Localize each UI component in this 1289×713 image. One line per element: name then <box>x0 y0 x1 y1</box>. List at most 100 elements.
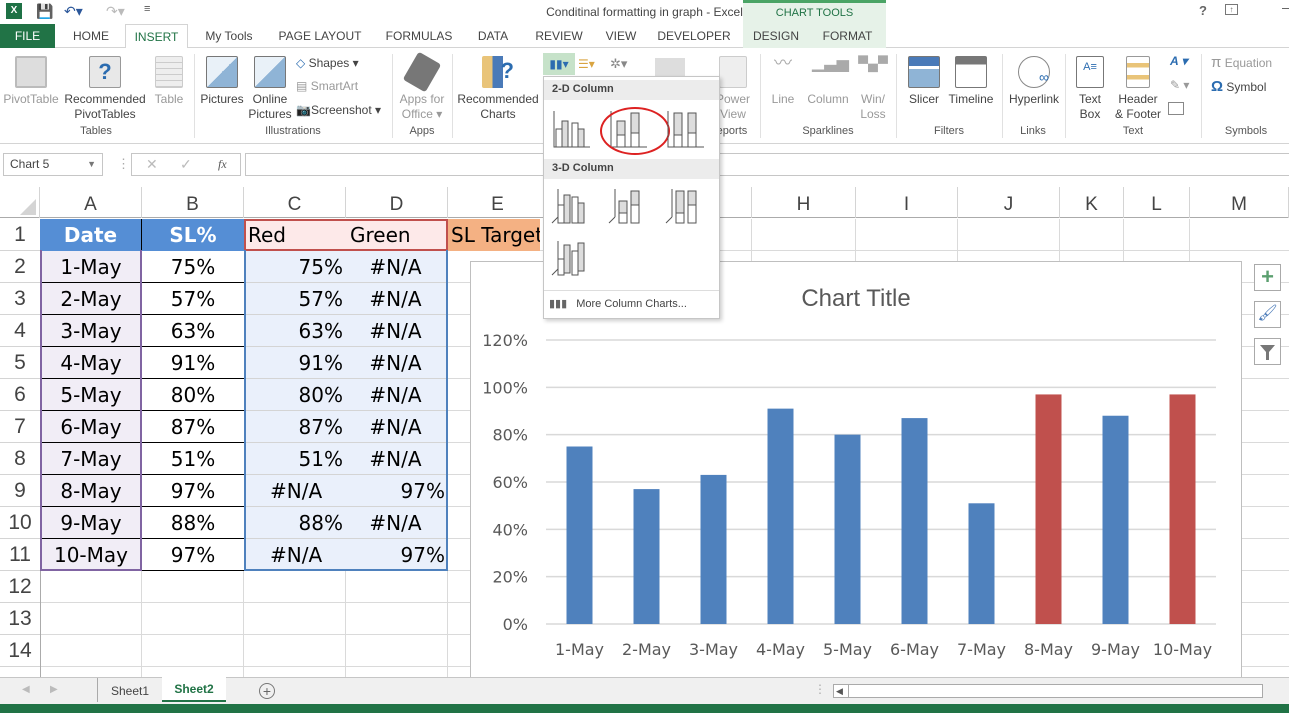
row-header-9[interactable]: 9 <box>0 475 40 507</box>
row-header-5[interactable]: 5 <box>0 347 40 379</box>
cell-B8[interactable]: 51% <box>142 443 244 475</box>
help-icon[interactable]: ? <box>1199 3 1207 18</box>
tab-data[interactable]: DATA <box>468 24 518 48</box>
symbol-button[interactable]: Ω Symbol <box>1211 78 1266 95</box>
cell-B11[interactable]: 97% <box>142 539 244 571</box>
sparkline-column-button[interactable]: ▁▃▅ Column <box>804 56 852 107</box>
sparkline-winloss-button[interactable]: ▀▄▀ Win/ Loss <box>855 56 891 122</box>
wordart-button[interactable]: A ▾ <box>1170 54 1188 68</box>
sheet-tab-sheet1[interactable]: Sheet1 <box>100 680 160 702</box>
row-header-4[interactable]: 4 <box>0 315 40 347</box>
insert-column-chart-button[interactable]: ▮▮▾ <box>543 53 575 75</box>
row-header-7[interactable]: 7 <box>0 411 40 443</box>
column-header-J[interactable]: J <box>958 187 1060 218</box>
insert-bar-chart-button[interactable]: ☰▾ <box>578 53 595 75</box>
chevron-down-icon[interactable]: ▼ <box>87 154 96 175</box>
chart-elements-button[interactable]: + <box>1254 264 1281 291</box>
select-all-button[interactable] <box>0 187 40 218</box>
cell-B1[interactable]: SL% <box>142 219 244 251</box>
insert-function-icon[interactable]: fx <box>218 157 227 172</box>
column-header-M[interactable]: M <box>1190 187 1289 218</box>
minimize-icon[interactable] <box>1282 8 1289 9</box>
enter-icon[interactable]: ✓ <box>180 156 192 173</box>
scroll-left-arrow-icon[interactable]: ◀ <box>836 685 843 697</box>
table-button[interactable]: Table <box>150 56 188 107</box>
tab-formulas[interactable]: FORMULAS <box>380 24 458 48</box>
row-header-8[interactable]: 8 <box>0 443 40 475</box>
cell-E1[interactable]: SL Target <box>448 219 540 251</box>
new-sheet-button[interactable]: + <box>259 683 275 699</box>
scroll-right-icon[interactable]: ▶ <box>50 684 58 695</box>
tab-file[interactable]: FILE <box>0 24 55 48</box>
timeline-button[interactable]: Timeline <box>946 56 996 107</box>
ribbon-display-options-icon[interactable]: ↑ <box>1225 4 1238 15</box>
3d-stacked-column-option[interactable] <box>607 185 651 229</box>
tab-design[interactable]: DESIGN <box>743 24 809 48</box>
signature-line-button[interactable]: ✎ ▾ <box>1170 78 1189 92</box>
smartart-button[interactable]: ▤ SmartArt <box>296 79 358 93</box>
3d-column-option[interactable] <box>550 237 594 281</box>
header-footer-button[interactable]: Header & Footer <box>1112 56 1164 122</box>
shapes-button[interactable]: ◇ Shapes ▾ <box>296 56 359 70</box>
apps-for-office-button[interactable]: Apps for Office ▾ <box>396 51 448 122</box>
row-header-12[interactable]: 12 <box>0 571 40 603</box>
cell-B4[interactable]: 63% <box>142 315 244 347</box>
hyperlink-button[interactable]: ∞ Hyperlink <box>1006 56 1062 107</box>
row-header-3[interactable]: 3 <box>0 283 40 315</box>
column-header-H[interactable]: H <box>752 187 856 218</box>
splitter-grip-icon[interactable]: ⋮ <box>814 682 826 696</box>
object-icon[interactable] <box>1168 102 1184 115</box>
screenshot-button[interactable]: 📷Screenshot ▾ <box>296 103 381 117</box>
row-header-1[interactable]: 1 <box>0 219 40 251</box>
online-pictures-button[interactable]: Online Pictures <box>248 56 292 122</box>
cell-B10[interactable]: 88% <box>142 507 244 539</box>
tab-home[interactable]: HOME <box>62 24 120 48</box>
text-box-button[interactable]: A≡ Text Box <box>1070 56 1110 122</box>
100-stacked-column-option[interactable] <box>664 107 708 151</box>
name-box[interactable]: Chart 5 ▼ <box>3 153 103 176</box>
formula-input[interactable] <box>245 153 1289 176</box>
chart-styles-button[interactable]: 🖌 <box>1254 301 1281 328</box>
cell-B6[interactable]: 80% <box>142 379 244 411</box>
3d-100-stacked-column-option[interactable] <box>664 185 708 229</box>
sheet-tab-sheet2[interactable]: Sheet2 <box>162 677 226 702</box>
tab-my-tools[interactable]: My Tools <box>196 24 262 48</box>
tab-review[interactable]: REVIEW <box>530 24 588 48</box>
pivotchart-icon[interactable] <box>655 58 685 78</box>
pictures-button[interactable]: Pictures <box>199 56 245 107</box>
cell-B9[interactable]: 97% <box>142 475 244 507</box>
column-header-B[interactable]: B <box>142 187 244 218</box>
row-header-11[interactable]: 11 <box>0 539 40 571</box>
pivottable-button[interactable]: PivotTable <box>2 56 60 107</box>
column-header-A[interactable]: A <box>40 187 142 218</box>
cancel-icon[interactable]: ✕ <box>146 156 158 173</box>
tab-format[interactable]: FORMAT <box>809 24 886 48</box>
insert-radar-chart-button[interactable]: ✲▾ <box>610 53 627 75</box>
cell-B5[interactable]: 91% <box>142 347 244 379</box>
column-header-E[interactable]: E <box>448 187 548 218</box>
tab-view[interactable]: VIEW <box>598 24 644 48</box>
sparkline-line-button[interactable]: 〰 Line <box>765 54 801 107</box>
row-header-10[interactable]: 10 <box>0 507 40 539</box>
scroll-left-icon[interactable]: ◀ <box>22 684 30 695</box>
power-view-button[interactable]: Power View <box>716 56 750 122</box>
column-header-L[interactable]: L <box>1124 187 1190 218</box>
tab-page-layout[interactable]: PAGE LAYOUT <box>272 24 368 48</box>
more-column-charts-link[interactable]: ▮▮▮ More Column Charts... <box>549 297 687 310</box>
chart-filters-button[interactable] <box>1254 338 1281 365</box>
tab-developer[interactable]: DEVELOPER <box>654 24 734 48</box>
slicer-button[interactable]: Slicer <box>904 56 944 107</box>
row-header-6[interactable]: 6 <box>0 379 40 411</box>
column-header-K[interactable]: K <box>1060 187 1124 218</box>
tab-insert[interactable]: INSERT <box>125 24 188 49</box>
column-header-I[interactable]: I <box>856 187 958 218</box>
chart-object[interactable]: Chart Title 0% 20% 40% 60% 80% 100% 120% 1-May 2-… <box>470 261 1242 691</box>
column-header-C[interactable]: C <box>244 187 346 218</box>
horizontal-scrollbar[interactable]: ◀ <box>833 684 1263 698</box>
row-header-14[interactable]: 14 <box>0 635 40 667</box>
recommended-pivottables-button[interactable]: ? Recommended PivotTables <box>62 56 148 122</box>
column-header-D[interactable]: D <box>346 187 448 218</box>
cell-A1[interactable]: Date <box>40 219 142 251</box>
cell-B3[interactable]: 57% <box>142 283 244 315</box>
cell-B2[interactable]: 75% <box>142 251 244 283</box>
